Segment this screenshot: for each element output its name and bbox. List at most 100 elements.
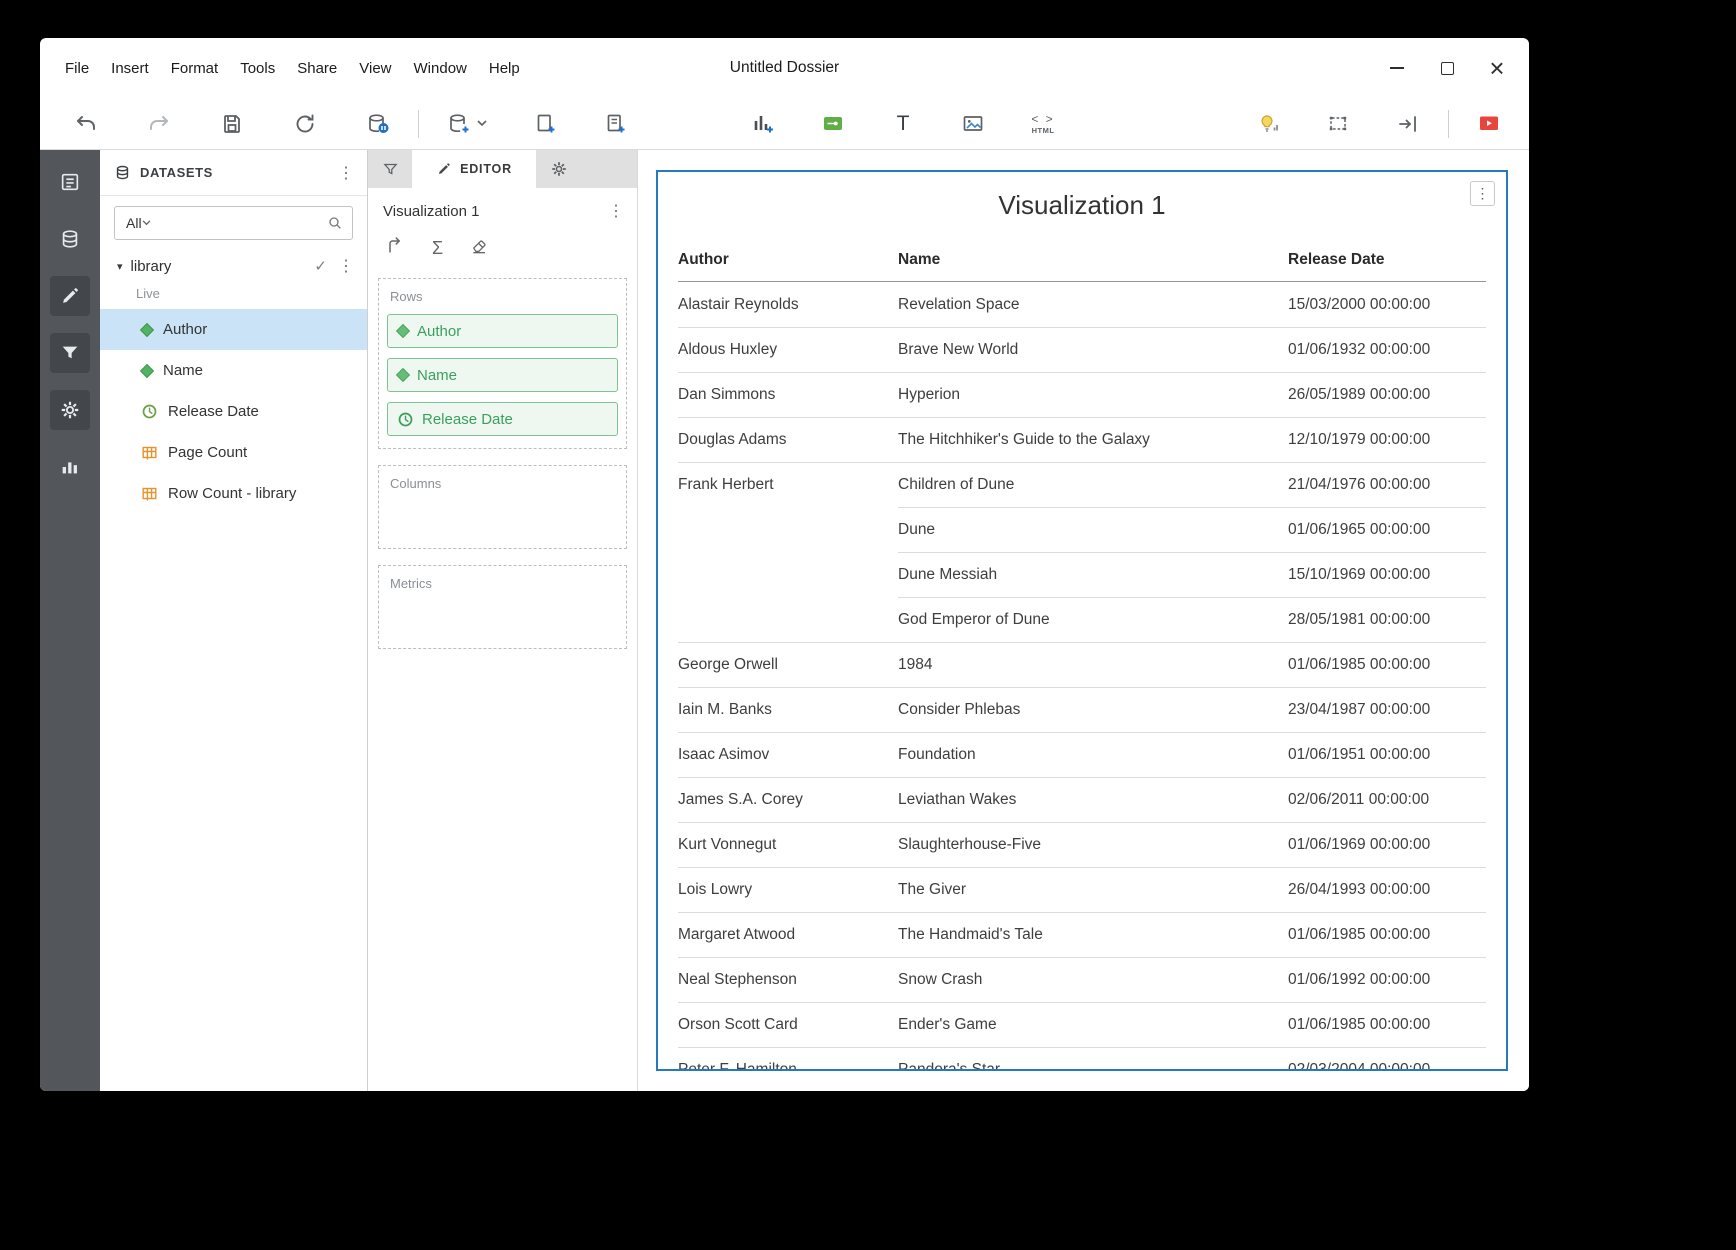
- table-row[interactable]: God Emperor of Dune28/05/1981 00:00:00: [678, 597, 1486, 642]
- rail-item-format[interactable]: [50, 390, 90, 430]
- datasets-menu-button[interactable]: ⋮: [335, 163, 357, 183]
- columns-drop-zone[interactable]: Columns: [378, 465, 627, 549]
- rail-item-editor[interactable]: [50, 276, 90, 316]
- table-row[interactable]: Lois LowryThe Giver26/04/1993 00:00:00: [678, 867, 1486, 912]
- totals-button[interactable]: Σ: [432, 238, 443, 259]
- metrics-drop-zone[interactable]: Metrics: [378, 565, 627, 649]
- insert-chapter-button[interactable]: [595, 104, 635, 144]
- table-row[interactable]: Frank HerbertChildren of Dune21/04/1976 …: [678, 462, 1486, 507]
- free-form-layout-button[interactable]: [1318, 104, 1358, 144]
- dataset-item-author[interactable]: Author: [100, 309, 367, 350]
- rows-chip-release-date[interactable]: Release Date: [387, 402, 618, 436]
- table-row[interactable]: Dune01/06/1965 00:00:00: [678, 507, 1486, 552]
- chevron-down-icon: [477, 120, 487, 127]
- dataset-status-button[interactable]: [358, 104, 398, 144]
- menu-file[interactable]: File: [54, 60, 100, 77]
- rail-item-filter[interactable]: [50, 333, 90, 373]
- menu-share[interactable]: Share: [286, 60, 348, 77]
- swap-axes-button[interactable]: [385, 236, 405, 261]
- table-row[interactable]: Dune Messiah15/10/1969 00:00:00: [678, 552, 1486, 597]
- menu-insert[interactable]: Insert: [100, 60, 160, 77]
- undo-button[interactable]: [66, 104, 106, 144]
- redo-button[interactable]: [139, 104, 179, 144]
- visualization-container[interactable]: ⋮ Visualization 1 AuthorNameRelease Date…: [656, 170, 1508, 1071]
- dataset-item-label: Page Count: [168, 444, 247, 461]
- tab-editor[interactable]: EDITOR: [412, 150, 536, 188]
- table-row[interactable]: Iain M. BanksConsider Phlebas23/04/1987 …: [678, 687, 1486, 732]
- insert-page-button[interactable]: [525, 104, 565, 144]
- dataset-item-name[interactable]: Name: [100, 350, 367, 391]
- editor-panel: EDITOR Visualization 1 ⋮ Σ: [368, 150, 638, 1091]
- collapse-panels-button[interactable]: [1388, 104, 1428, 144]
- datasets-panel-header: DATASETS ⋮: [100, 150, 367, 196]
- presentation-button[interactable]: [1469, 104, 1509, 144]
- close-icon: ×: [1489, 55, 1504, 81]
- insert-html-button[interactable]: < > HTML: [1023, 104, 1063, 144]
- table-row[interactable]: Dan SimmonsHyperion26/05/1989 00:00:00: [678, 372, 1486, 417]
- add-data-button[interactable]: [439, 104, 495, 144]
- cell-author: Iain M. Banks: [678, 687, 898, 732]
- rail-item-visualizations[interactable]: [50, 447, 90, 487]
- rows-chip-name[interactable]: Name: [387, 358, 618, 392]
- table-row[interactable]: Isaac AsimovFoundation01/06/1951 00:00:0…: [678, 732, 1486, 777]
- dataset-filter-dropdown[interactable]: All: [126, 215, 142, 231]
- cell-release-date: 26/04/1993 00:00:00: [1288, 867, 1486, 912]
- maximize-button[interactable]: [1427, 51, 1467, 85]
- refresh-button[interactable]: [285, 104, 325, 144]
- column-header-author[interactable]: Author: [678, 251, 898, 269]
- dataset-tree-root[interactable]: ▾ library ✓ ⋮: [100, 250, 367, 282]
- pencil-icon: [59, 285, 81, 307]
- menu-format[interactable]: Format: [160, 60, 230, 77]
- dossier-canvas[interactable]: ⋮ Visualization 1 AuthorNameRelease Date…: [638, 150, 1529, 1091]
- insights-button[interactable]: [1248, 104, 1288, 144]
- menu-window[interactable]: Window: [403, 60, 478, 77]
- column-header-name[interactable]: Name: [898, 251, 1288, 269]
- save-button[interactable]: [212, 104, 252, 144]
- dataset-item-release-date[interactable]: Release Date: [100, 391, 367, 432]
- cell-name: God Emperor of Dune: [898, 597, 1288, 642]
- column-header-release-date[interactable]: Release Date: [1288, 251, 1486, 269]
- minimize-button[interactable]: [1377, 51, 1417, 85]
- insert-image-button[interactable]: [953, 104, 993, 144]
- visualization-menu-button[interactable]: ⋮: [1470, 181, 1495, 206]
- table-row[interactable]: Margaret AtwoodThe Handmaid's Tale01/06/…: [678, 912, 1486, 957]
- expand-triangle-icon[interactable]: ▾: [117, 260, 123, 273]
- table-row[interactable]: James S.A. CoreyLeviathan Wakes02/06/201…: [678, 777, 1486, 822]
- insert-visualization-button[interactable]: [743, 104, 783, 144]
- cell-author: Douglas Adams: [678, 417, 898, 462]
- rail-item-datasets[interactable]: [50, 219, 90, 259]
- menu-tools[interactable]: Tools: [229, 60, 286, 77]
- eraser-icon: [470, 236, 490, 256]
- editor-visualization-menu-button[interactable]: ⋮: [605, 201, 627, 221]
- insert-text-button[interactable]: T: [883, 104, 923, 144]
- rows-chip-author[interactable]: Author: [387, 314, 618, 348]
- menu-help[interactable]: Help: [478, 60, 531, 77]
- table-row[interactable]: Kurt VonnegutSlaughterhouse-Five01/06/19…: [678, 822, 1486, 867]
- table-row[interactable]: George Orwell198401/06/1985 00:00:00: [678, 642, 1486, 687]
- dataset-item-label: Row Count - library: [168, 485, 296, 502]
- rows-drop-zone[interactable]: Rows AuthorNameRelease Date: [378, 278, 627, 449]
- table-row[interactable]: Neal StephensonSnow Crash01/06/1992 00:0…: [678, 957, 1486, 1002]
- metrics-zone-label: Metrics: [390, 576, 618, 591]
- dataset-item-row-count-library[interactable]: Row Count - library: [100, 473, 367, 514]
- gear-icon: [59, 399, 81, 421]
- tab-filter[interactable]: [368, 150, 412, 188]
- table-row[interactable]: Alastair ReynoldsRevelation Space15/03/2…: [678, 282, 1486, 327]
- cell-author: [678, 552, 898, 597]
- insert-filter-panel-button[interactable]: [813, 104, 853, 144]
- editor-panel-tabs: EDITOR: [368, 150, 637, 188]
- tab-format[interactable]: [536, 150, 582, 188]
- dataset-menu-button[interactable]: ⋮: [335, 256, 357, 276]
- table-row[interactable]: Peter F. HamiltonPandora's Star02/03/200…: [678, 1047, 1486, 1071]
- clear-button[interactable]: [470, 236, 490, 261]
- close-button[interactable]: ×: [1477, 51, 1517, 85]
- rail-item-contents[interactable]: [50, 162, 90, 202]
- table-row[interactable]: Aldous HuxleyBrave New World01/06/1932 0…: [678, 327, 1486, 372]
- table-row[interactable]: Douglas AdamsThe Hitchhiker's Guide to t…: [678, 417, 1486, 462]
- dataset-search-bar[interactable]: All: [114, 206, 353, 240]
- editor-tab-label: EDITOR: [460, 162, 512, 176]
- menu-view[interactable]: View: [348, 60, 402, 77]
- dataset-item-page-count[interactable]: Page Count: [100, 432, 367, 473]
- cell-name: Pandora's Star: [898, 1047, 1288, 1071]
- table-row[interactable]: Orson Scott CardEnder's Game01/06/1985 0…: [678, 1002, 1486, 1047]
